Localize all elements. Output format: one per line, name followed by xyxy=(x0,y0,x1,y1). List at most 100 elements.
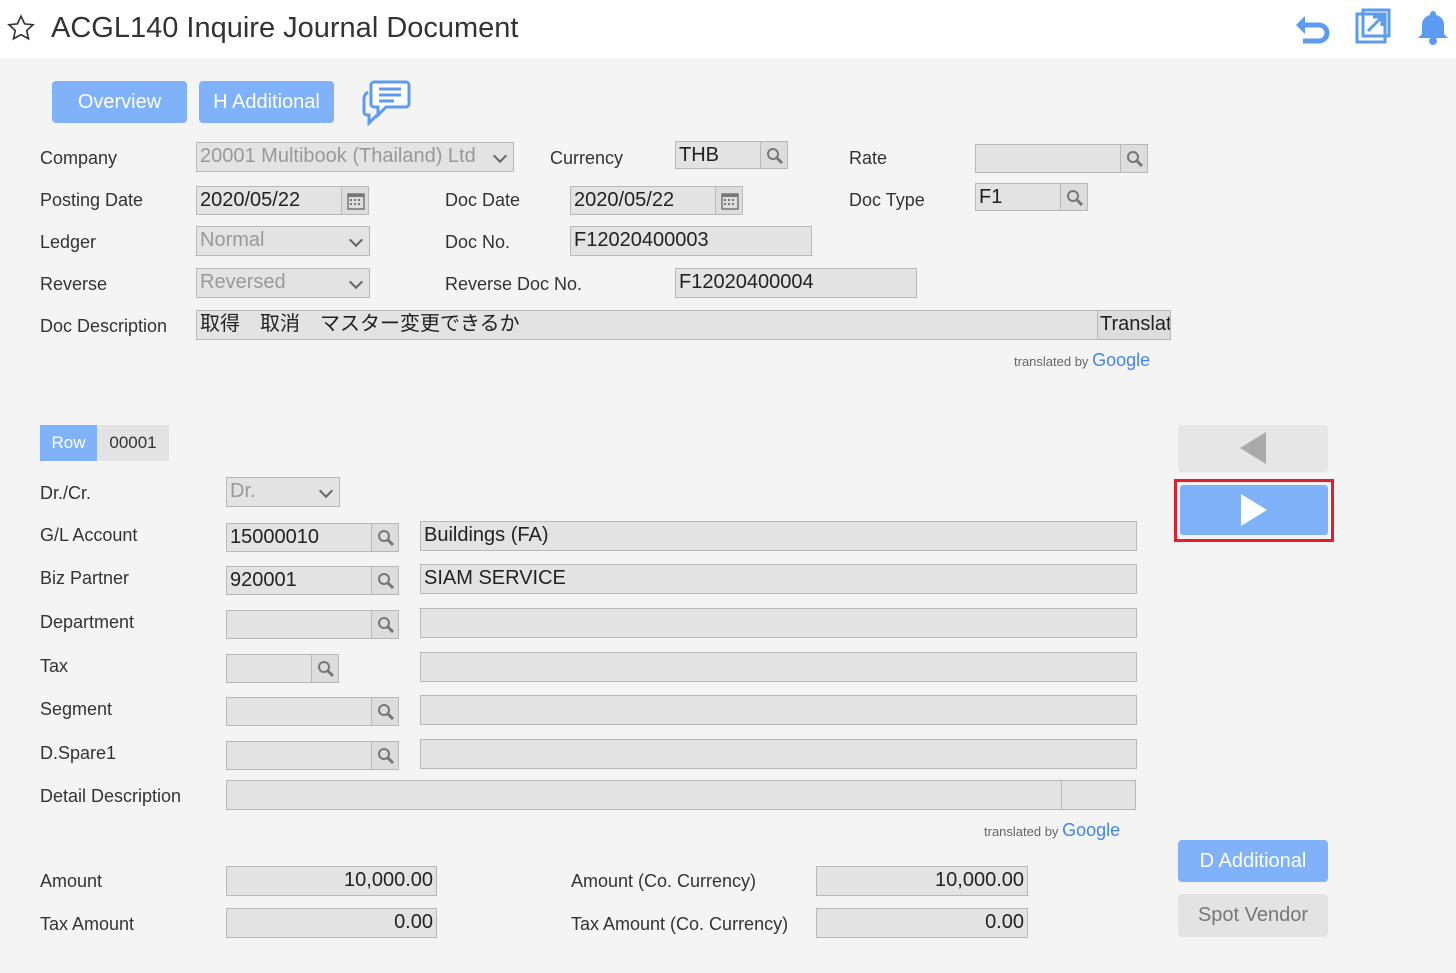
search-icon xyxy=(767,148,784,165)
search-icon xyxy=(1067,190,1084,207)
bell-icon[interactable] xyxy=(1416,8,1450,46)
tax-label: Tax xyxy=(40,656,69,676)
reverse-value: Reversed xyxy=(200,271,286,293)
calendar-icon xyxy=(347,193,365,210)
popout-icon[interactable] xyxy=(1354,8,1392,46)
search-icon xyxy=(378,617,395,634)
doc-type-input[interactable]: F1 xyxy=(975,183,1061,211)
gl-account-label: G/L Account xyxy=(40,525,138,545)
tab-overview[interactable]: Overview xyxy=(52,81,187,123)
chevron-down-icon xyxy=(492,148,508,164)
rate-input[interactable] xyxy=(975,144,1121,173)
ledger-label: Ledger xyxy=(40,232,97,252)
triangle-left-icon xyxy=(1240,432,1266,464)
doc-date-calendar-button[interactable] xyxy=(715,186,743,215)
dspare1-name xyxy=(420,739,1137,769)
doc-type-search-button[interactable] xyxy=(1060,183,1088,211)
spot-vendor-button[interactable]: Spot Vendor xyxy=(1178,894,1328,937)
doc-no-label: Doc No. xyxy=(445,232,511,252)
google-translate-attribution: translated by Google xyxy=(1014,350,1150,371)
star-icon[interactable] xyxy=(6,13,36,43)
ledger-value: Normal xyxy=(200,229,265,251)
reverse-label: Reverse xyxy=(40,274,108,294)
segment-name xyxy=(420,695,1137,725)
company-select[interactable]: 20001 Multibook (Thailand) Ltd xyxy=(196,142,514,172)
amount-value: 10,000.00 xyxy=(226,866,437,896)
gl-account-input[interactable]: 15000010 xyxy=(226,523,372,552)
chevron-down-icon xyxy=(348,274,364,290)
undo-icon[interactable] xyxy=(1293,8,1333,48)
amount-label: Amount xyxy=(40,871,103,891)
biz-partner-name: SIAM SERVICE xyxy=(420,564,1137,594)
tax-amount-co-value: 0.00 xyxy=(816,908,1028,938)
drcr-label: Dr./Cr. xyxy=(40,483,92,503)
department-name xyxy=(420,608,1137,638)
search-icon xyxy=(318,661,335,678)
doc-no-input[interactable]: F12020400003 xyxy=(570,226,812,256)
translated-by-text: translated by xyxy=(1014,354,1089,369)
search-icon xyxy=(378,748,395,765)
doc-description-label: Doc Description xyxy=(40,316,168,336)
posting-date-input[interactable]: 2020/05/22 xyxy=(196,186,342,215)
detail-translate-button[interactable] xyxy=(1061,780,1136,810)
translate-button[interactable]: Translat xyxy=(1097,310,1171,340)
reverse-doc-no-input[interactable]: F12020400004 xyxy=(675,268,917,298)
page-title: ACGL140 Inquire Journal Document xyxy=(51,12,519,44)
gl-account-name: Buildings (FA) xyxy=(420,521,1137,551)
department-label: Department xyxy=(40,612,135,632)
posting-date-label: Posting Date xyxy=(40,190,144,210)
search-icon xyxy=(1127,151,1144,168)
detail-description-input[interactable] xyxy=(226,780,1062,810)
posting-date-calendar-button[interactable] xyxy=(341,186,369,215)
search-icon xyxy=(378,530,395,547)
tax-amount-label: Tax Amount xyxy=(40,914,135,934)
currency-label: Currency xyxy=(550,148,624,168)
tax-input[interactable] xyxy=(226,654,312,683)
tab-h-additional[interactable]: H Additional xyxy=(199,81,334,123)
row-label: Row xyxy=(40,425,97,461)
drcr-value: Dr. xyxy=(230,480,256,502)
biz-partner-input[interactable]: 920001 xyxy=(226,566,372,595)
dspare1-input[interactable] xyxy=(226,741,372,770)
previous-row-button[interactable] xyxy=(1178,425,1328,472)
doc-date-label: Doc Date xyxy=(445,190,521,210)
search-icon xyxy=(378,704,395,721)
header-bar: ACGL140 Inquire Journal Document xyxy=(0,0,1456,58)
next-row-button[interactable] xyxy=(1180,485,1328,535)
segment-input[interactable] xyxy=(226,697,372,726)
d-additional-button[interactable]: D Additional xyxy=(1178,840,1328,882)
reverse-doc-no-label: Reverse Doc No. xyxy=(445,274,583,294)
company-value: 20001 Multibook (Thailand) Ltd xyxy=(200,145,476,167)
tax-search-button[interactable] xyxy=(311,654,339,683)
rate-search-button[interactable] xyxy=(1120,144,1148,173)
detail-description-label: Detail Description xyxy=(40,786,182,806)
chevron-down-icon xyxy=(318,483,334,499)
google-logo: Google xyxy=(1092,350,1151,370)
segment-label: Segment xyxy=(40,699,113,719)
department-input[interactable] xyxy=(226,610,372,639)
comment-icon[interactable] xyxy=(360,78,412,126)
reverse-select[interactable]: Reversed xyxy=(196,268,370,298)
currency-search-button[interactable] xyxy=(760,141,788,169)
company-label: Company xyxy=(40,148,118,168)
currency-input[interactable]: THB xyxy=(675,141,761,169)
search-icon xyxy=(378,573,395,590)
amount-co-label: Amount (Co. Currency) xyxy=(571,871,757,891)
segment-search-button[interactable] xyxy=(371,697,399,726)
doc-description-input[interactable]: 取得 取消 マスター変更できるか xyxy=(196,310,1098,340)
google-translate-attribution-detail: translated by Google xyxy=(984,820,1120,841)
department-search-button[interactable] xyxy=(371,610,399,639)
drcr-select[interactable]: Dr. xyxy=(226,477,340,507)
biz-partner-label: Biz Partner xyxy=(40,568,130,588)
doc-type-label: Doc Type xyxy=(849,190,925,210)
translated-by-text: translated by xyxy=(984,824,1059,839)
ledger-select[interactable]: Normal xyxy=(196,226,370,256)
biz-partner-search-button[interactable] xyxy=(371,566,399,595)
rate-label: Rate xyxy=(849,148,888,168)
row-number: 00001 xyxy=(97,425,169,461)
google-logo: Google xyxy=(1062,820,1121,840)
doc-date-input[interactable]: 2020/05/22 xyxy=(570,186,716,215)
gl-account-search-button[interactable] xyxy=(371,523,399,552)
dspare1-search-button[interactable] xyxy=(371,741,399,770)
chevron-down-icon xyxy=(348,232,364,248)
